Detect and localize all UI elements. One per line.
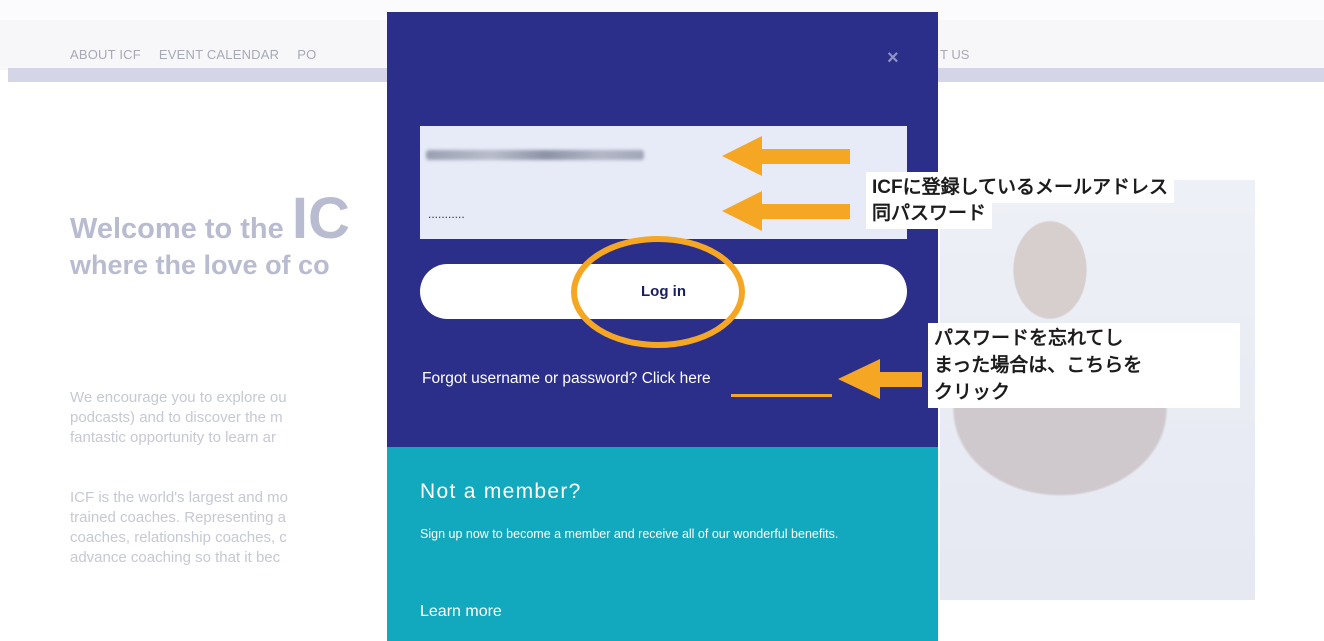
paragraph-line: advance coaching so that it bec [70,549,281,566]
forgot-credentials: Forgot username or password? Click here [422,370,711,388]
callout-forgot: パスワードを忘れてし まった場合は、こちらを クリック [928,323,1240,408]
nav-item-partial[interactable]: PO [297,47,316,62]
nav-item-about[interactable]: ABOUT ICF [70,47,141,62]
not-member-description: Sign up now to become a member and recei… [420,527,839,541]
paragraph-line: fantastic opportunity to learn ar [70,429,276,446]
not-member-title: Not a member? [420,480,582,503]
callout-password: 同パスワード [866,198,993,229]
hero-line1-big: IC [291,186,350,251]
email-field[interactable] [426,150,644,160]
nav-item-event-calendar[interactable]: EVENT CALENDAR [159,47,279,62]
paragraph-line: We encourage you to explore ou [70,389,287,406]
intro-paragraph: We encourage you to explore ou podcasts)… [70,388,390,448]
paragraph-line: coaches, relationship coaches, c [70,529,287,546]
password-field[interactable]: ........... [428,208,465,220]
hero-line1: Welcome to the [70,213,292,245]
callout-line: パスワードを忘れてし [934,328,1124,349]
hero-title: Welcome to the IC where the love of co [70,186,350,280]
login-button[interactable]: Log in [420,264,907,319]
paragraph-line: ICF is the world's largest and mo [70,489,288,506]
nav-menu: ABOUT ICF EVENT CALENDAR PO [70,47,316,62]
callout-line: まった場合は、こちらを [934,355,1143,376]
forgot-text: Forgot username or password? [422,370,642,387]
nav-item-contact-partial[interactable]: T US [940,47,969,62]
close-icon[interactable]: × [887,47,899,70]
credentials-box: ........... [420,126,907,239]
signup-panel: Not a member? Sign up now to become a me… [387,447,938,641]
hero-line2: where the love of co [70,249,330,280]
paragraph-line: podcasts) and to discover the m [70,409,283,426]
about-paragraph: ICF is the world's largest and mo traine… [70,488,390,568]
callout-line: クリック [934,382,1011,403]
forgot-link[interactable]: Click here [642,370,711,387]
learn-more-link[interactable]: Learn more [420,603,502,621]
login-modal: × ........... Log in Forgot username or … [387,12,938,641]
paragraph-line: trained coaches. Representing a [70,509,286,526]
